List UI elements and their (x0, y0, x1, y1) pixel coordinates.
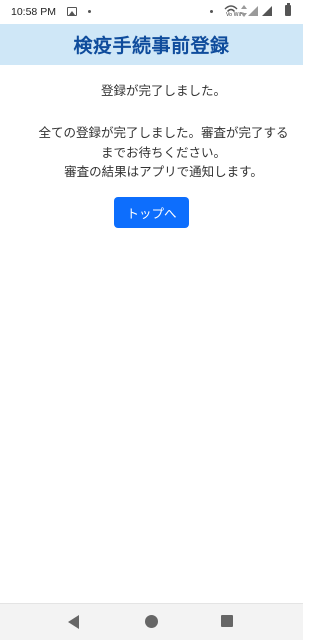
back-icon[interactable] (68, 615, 79, 629)
app-header: 検疫手続事前登録 (0, 24, 303, 65)
notification-dot-icon (88, 10, 91, 13)
battery-icon (285, 3, 291, 16)
status-time: 10:58 PM (11, 6, 56, 18)
data-arrows-icon (241, 5, 247, 17)
detail-message-line: 全ての登録が完了しました。審査が完了する (38, 125, 289, 140)
navigation-bar (0, 603, 303, 640)
notification-dot-icon (210, 10, 213, 13)
completion-message: 登録が完了しました。 (100, 83, 226, 98)
recents-icon[interactable] (221, 615, 233, 627)
page-title: 検疫手続事前登録 (73, 35, 230, 57)
detail-message-line: までお待ちください。 (100, 145, 226, 160)
signal-icon (262, 6, 272, 16)
home-icon[interactable] (145, 615, 158, 628)
status-bar: 10:58 PM Vo WiFi (0, 0, 303, 24)
signal-icon (248, 6, 258, 16)
photo-icon (67, 7, 77, 16)
top-button[interactable]: トップへ (114, 197, 189, 228)
detail-message-line: 審査の結果はアプリで通知します。 (64, 164, 263, 179)
